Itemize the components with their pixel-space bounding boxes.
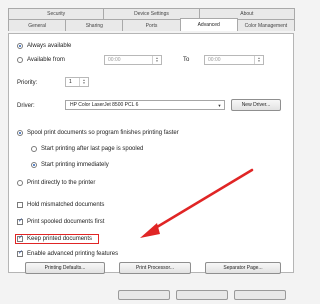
dialog-button-cancel[interactable] [176, 290, 228, 300]
annotation-arrow-icon [140, 168, 254, 238]
dialog-button-apply[interactable] [234, 290, 286, 300]
printer-properties-dialog: Security Device Settings About General S… [0, 0, 300, 304]
dialog-button-ok[interactable] [118, 290, 170, 300]
